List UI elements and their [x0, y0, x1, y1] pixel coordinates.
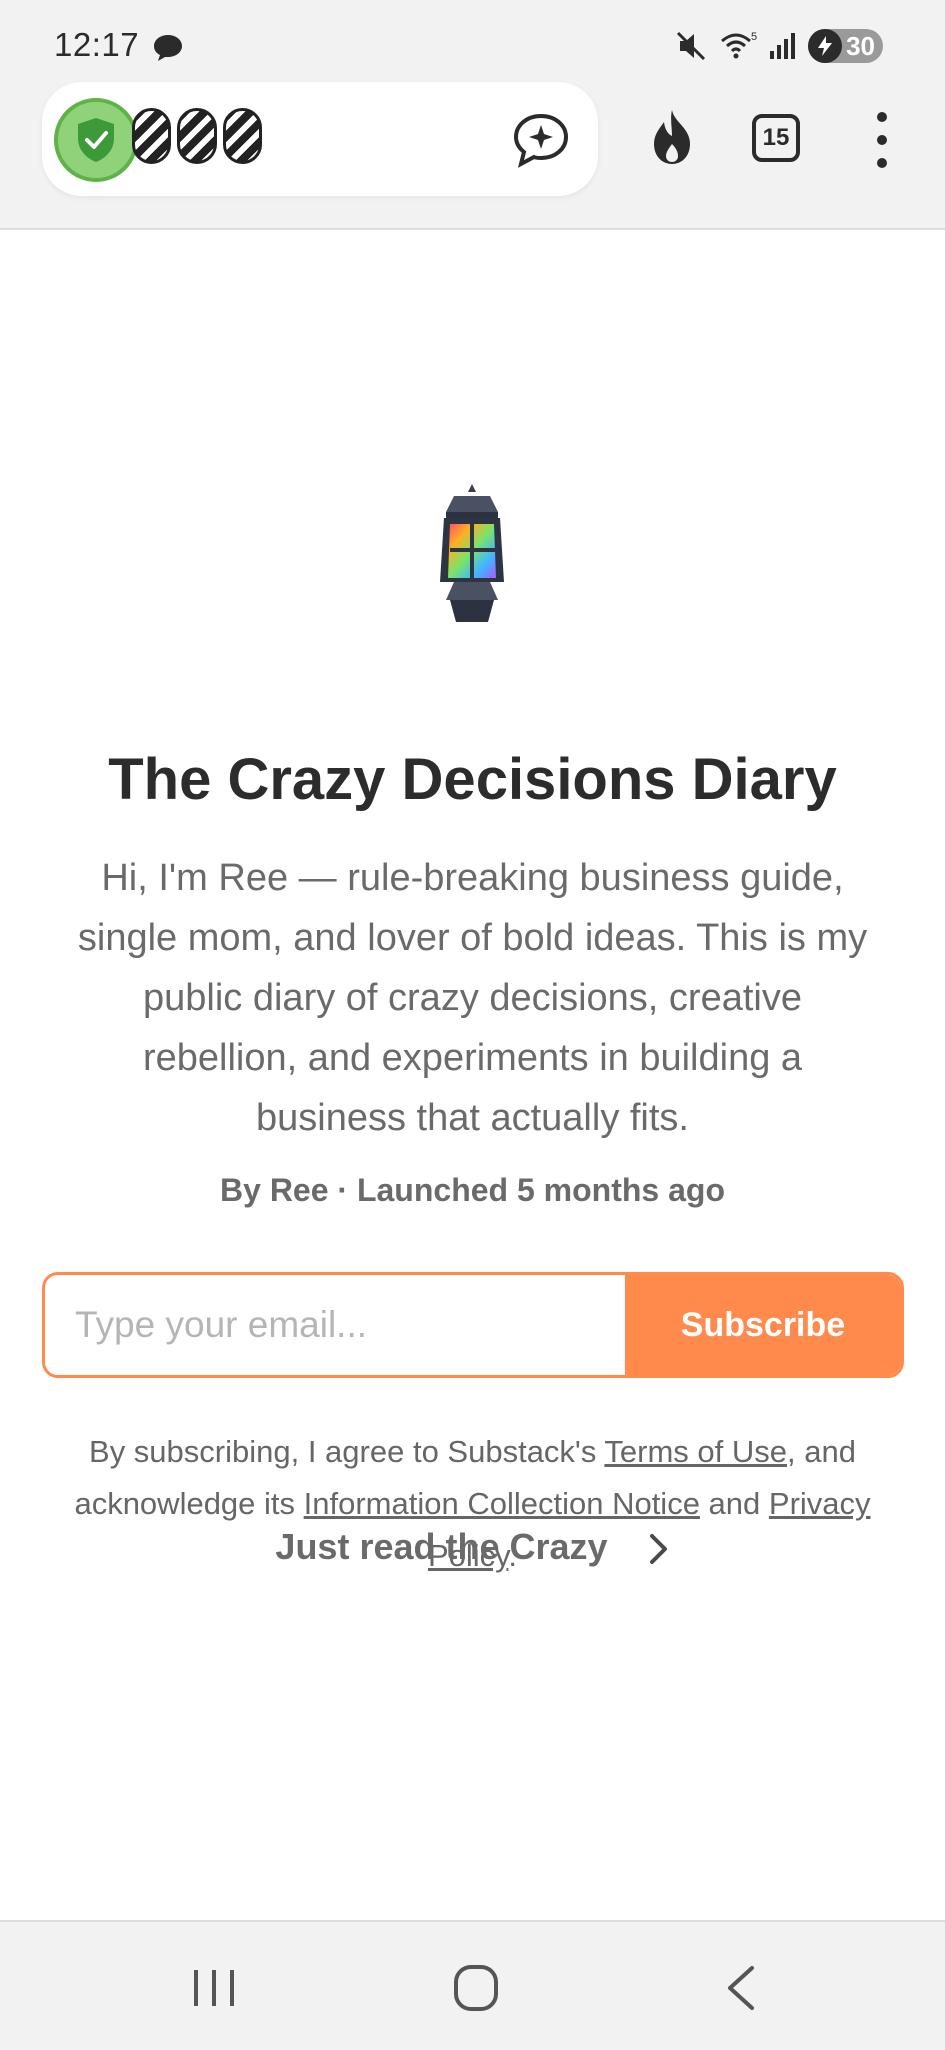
sparkle-chat-icon[interactable]	[512, 112, 570, 168]
menu-dot	[877, 112, 887, 122]
wifi-icon: 5	[721, 31, 757, 59]
just-read-link[interactable]: Just read the Crazy	[0, 1526, 945, 1568]
masked-url-segment	[132, 108, 172, 164]
recent-apps-icon[interactable]	[184, 1962, 244, 2014]
terms-link[interactable]: Terms of Use	[604, 1434, 787, 1469]
more-vertical-icon[interactable]	[866, 112, 898, 168]
flame-icon[interactable]	[644, 108, 700, 166]
status-icons: 5 30	[674, 26, 883, 66]
publication-description: Hi, I'm Ree — rule-breaking business gui…	[77, 857, 868, 1139]
signal-icon	[770, 33, 796, 59]
battery-indicator: 30	[808, 29, 883, 63]
legal-and: and	[699, 1486, 769, 1521]
tab-count: 15	[762, 124, 790, 151]
mute-icon	[677, 31, 706, 61]
web-page: The Crazy Decisions Diary Hi, I'm Ree — …	[0, 230, 945, 1920]
information-collection-link[interactable]: Information Collection Notice	[304, 1486, 700, 1521]
subscribe-button[interactable]: Subscribe	[625, 1275, 901, 1375]
chat-notification-icon	[154, 35, 182, 61]
menu-dot	[877, 135, 887, 145]
publication-byline[interactable]: By Ree · Launched 5 months ago	[0, 1172, 945, 1209]
status-time: 12:17	[54, 26, 140, 63]
tabs-icon[interactable]: 15	[752, 114, 800, 162]
subscribe-form: Subscribe	[42, 1272, 904, 1378]
chevron-right-icon	[649, 1534, 667, 1565]
status-bar: 12:17 5 30	[0, 0, 945, 86]
charging-bolt-icon	[808, 29, 843, 63]
publication-logo	[440, 484, 504, 622]
system-nav-bar	[0, 1920, 945, 2050]
just-read-label: Just read the Crazy	[275, 1526, 608, 1567]
masked-url-segment	[177, 108, 217, 164]
home-icon[interactable]	[446, 1962, 506, 2014]
email-input[interactable]	[45, 1275, 625, 1375]
wifi-band-label: 5	[751, 31, 757, 43]
battery-level: 30	[846, 30, 875, 61]
publication-title: The Crazy Decisions Diary	[108, 747, 837, 812]
menu-dot	[877, 158, 887, 168]
masked-url-segment	[222, 108, 262, 164]
back-icon[interactable]	[712, 1962, 772, 2014]
legal-prefix: By subscribing, I agree to Substack's	[89, 1434, 605, 1469]
shield-check-icon[interactable]	[54, 98, 138, 182]
masked-url-text[interactable]	[132, 108, 262, 170]
